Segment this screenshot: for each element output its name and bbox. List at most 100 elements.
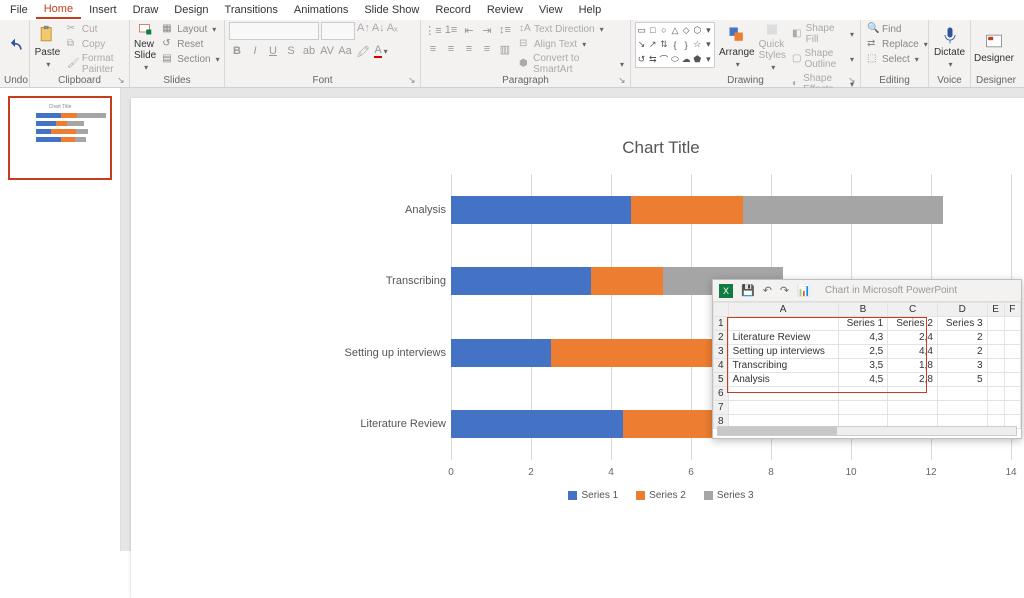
cell[interactable]: Transcribing <box>728 359 838 373</box>
font-size-combo[interactable] <box>321 22 355 40</box>
row-header[interactable]: 2 <box>714 331 729 345</box>
reset-button[interactable]: ↺Reset <box>160 37 221 51</box>
menu-design[interactable]: Design <box>166 2 216 18</box>
cell[interactable] <box>728 401 838 415</box>
cell[interactable] <box>987 387 1004 401</box>
row-header[interactable]: 1 <box>714 317 729 331</box>
undo-icon[interactable]: ↶ <box>763 284 772 297</box>
smartart-button[interactable]: ⬢Convert to SmartArt <box>517 52 626 76</box>
cell[interactable]: 2 <box>937 345 987 359</box>
cell[interactable] <box>728 387 838 401</box>
row-header[interactable]: 7 <box>714 401 729 415</box>
align-center-icon[interactable]: ≡ <box>443 41 459 57</box>
increase-font-icon[interactable]: A↑ <box>357 22 370 40</box>
cell[interactable]: 2,4 <box>888 331 938 345</box>
drawing-launcher[interactable]: ↘ <box>848 75 858 85</box>
quick-styles-button[interactable]: Quick Styles <box>759 22 786 72</box>
strike-icon[interactable]: S <box>283 43 299 59</box>
cell[interactable]: Series 1 <box>838 317 888 331</box>
justify-icon[interactable]: ≡ <box>479 41 495 57</box>
cell[interactable] <box>1004 401 1020 415</box>
cell[interactable]: 5 <box>937 373 987 387</box>
find-button[interactable]: 🔍Find <box>865 22 930 36</box>
cell[interactable] <box>937 401 987 415</box>
cell[interactable]: 4,3 <box>838 331 888 345</box>
col-header[interactable]: C <box>888 303 938 317</box>
cell[interactable] <box>838 401 888 415</box>
col-header[interactable]: F <box>1004 303 1020 317</box>
replace-button[interactable]: ⇄Replace <box>865 37 930 51</box>
cell[interactable]: Setting up interviews <box>728 345 838 359</box>
section-button[interactable]: ▤Section <box>160 52 221 66</box>
columns-icon[interactable]: ▥ <box>497 41 513 57</box>
row-header[interactable]: 5 <box>714 373 729 387</box>
cell[interactable]: Analysis <box>728 373 838 387</box>
cell[interactable]: Series 3 <box>937 317 987 331</box>
menu-record[interactable]: Record <box>427 2 478 18</box>
designer-button[interactable]: Designer <box>975 22 1013 72</box>
cell[interactable] <box>987 317 1004 331</box>
decrease-font-icon[interactable]: A↓ <box>372 22 385 40</box>
layout-button[interactable]: ▦Layout <box>160 22 221 36</box>
row-header[interactable]: 4 <box>714 359 729 373</box>
clear-format-icon[interactable]: Aₓ <box>387 22 398 40</box>
cell[interactable] <box>838 387 888 401</box>
cell[interactable] <box>1004 331 1020 345</box>
cell[interactable] <box>728 317 838 331</box>
copy-button[interactable]: ⧉Copy <box>65 37 125 51</box>
data-window-titlebar[interactable]: X 💾 ↶ ↷ 📊 Chart in Microsoft PowerPoint <box>713 280 1021 302</box>
undo-button[interactable] <box>4 22 25 72</box>
select-button[interactable]: ⬚Select <box>865 52 930 66</box>
new-slide-button[interactable]: New Slide <box>134 22 156 72</box>
cell[interactable] <box>1004 317 1020 331</box>
cell[interactable]: 3 <box>937 359 987 373</box>
align-text-button[interactable]: ⊟Align Text <box>517 37 626 51</box>
spacing-icon[interactable]: AV <box>319 43 335 59</box>
cell[interactable]: 3,5 <box>838 359 888 373</box>
dictate-button[interactable]: Dictate <box>933 22 966 72</box>
cell[interactable]: Series 2 <box>888 317 938 331</box>
cell[interactable] <box>888 387 938 401</box>
shape-fill-button[interactable]: ◧Shape Fill <box>790 22 856 46</box>
cell[interactable] <box>1004 373 1020 387</box>
menu-file[interactable]: File <box>2 2 36 18</box>
align-left-icon[interactable]: ≡ <box>425 41 441 57</box>
line-spacing-icon[interactable]: ↕≡ <box>497 22 513 38</box>
font-color-icon[interactable]: A <box>373 43 389 59</box>
menu-insert[interactable]: Insert <box>81 2 125 18</box>
menu-help[interactable]: Help <box>571 2 610 18</box>
paragraph-launcher[interactable]: ↘ <box>618 75 628 85</box>
font-name-combo[interactable] <box>229 22 319 40</box>
slide-thumbnail-pane[interactable]: Chart Title <box>0 88 121 551</box>
highlight-icon[interactable]: 🖍 <box>355 43 371 59</box>
format-painter-button[interactable]: 🖌Format Painter <box>65 52 125 76</box>
shape-outline-button[interactable]: ▢Shape Outline <box>790 47 856 71</box>
cell[interactable]: 2 <box>937 331 987 345</box>
cell[interactable] <box>937 387 987 401</box>
arrange-button[interactable]: Arrange <box>719 22 755 72</box>
cell[interactable] <box>888 401 938 415</box>
col-header[interactable]: D <box>937 303 987 317</box>
cell[interactable] <box>1004 359 1020 373</box>
row-header[interactable]: 6 <box>714 387 729 401</box>
shapes-gallery[interactable]: ▭□○△◇⬡▾ ↘↗⇅{}☆▾ ↺⇆⌒⬭☁⬟▾ <box>635 22 715 68</box>
cell[interactable]: 1,8 <box>888 359 938 373</box>
menu-transitions[interactable]: Transitions <box>217 2 286 18</box>
increase-indent-icon[interactable]: ⇥ <box>479 22 495 38</box>
horizontal-scrollbar[interactable] <box>717 426 1017 436</box>
menu-animations[interactable]: Animations <box>286 2 356 18</box>
cell[interactable]: Literature Review <box>728 331 838 345</box>
case-icon[interactable]: Aa <box>337 43 353 59</box>
shadow-icon[interactable]: ab <box>301 43 317 59</box>
menu-view[interactable]: View <box>531 2 571 18</box>
slide-thumbnail-1[interactable]: Chart Title <box>8 96 112 180</box>
paste-button[interactable]: Paste <box>34 22 61 72</box>
save-icon[interactable]: 💾 <box>741 284 755 297</box>
cell[interactable] <box>987 331 1004 345</box>
bold-icon[interactable]: B <box>229 43 245 59</box>
chart-data-window[interactable]: X 💾 ↶ ↷ 📊 Chart in Microsoft PowerPoint … <box>712 279 1022 439</box>
cell[interactable]: 2,8 <box>888 373 938 387</box>
text-direction-button[interactable]: ↕AText Direction <box>517 22 626 36</box>
cell[interactable]: 4,5 <box>838 373 888 387</box>
row-header[interactable]: 3 <box>714 345 729 359</box>
